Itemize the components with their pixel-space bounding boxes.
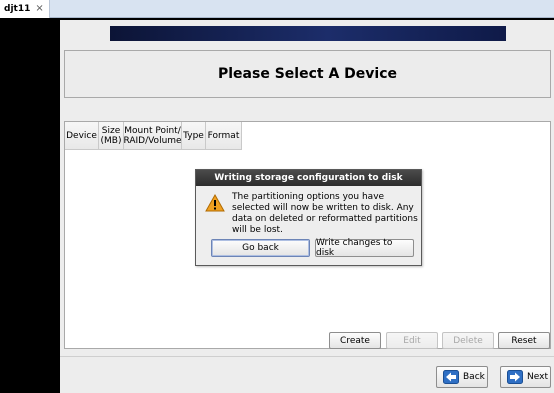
reset-button[interactable]: Reset [498, 332, 550, 349]
table-header: Device Size (MB) Mount Point/ RAID/Volum… [65, 122, 242, 150]
divider [60, 356, 554, 357]
vm-tab[interactable]: djt11 × [0, 0, 50, 18]
delete-button[interactable]: Delete [442, 332, 494, 349]
column-header-format[interactable]: Format [206, 122, 242, 150]
column-header-type[interactable]: Type [182, 122, 206, 150]
dialog-body: The partitioning options you have select… [196, 186, 421, 267]
back-button-label: Back [463, 372, 485, 382]
arrow-left-icon [443, 370, 459, 384]
edit-button[interactable]: Edit [386, 332, 438, 349]
write-confirmation-dialog: Writing storage configuration to disk Th… [195, 169, 422, 266]
back-button[interactable]: Back [436, 366, 488, 388]
go-back-button[interactable]: Go back [211, 239, 310, 257]
warning-icon [205, 194, 225, 212]
write-changes-button[interactable]: Write changes to disk [315, 238, 414, 258]
create-button[interactable]: Create [329, 332, 381, 349]
vm-tab-label: djt11 [4, 4, 31, 14]
arrow-right-icon [507, 370, 523, 384]
column-header-mount-point[interactable]: Mount Point/ RAID/Volume [123, 122, 182, 150]
dialog-title: Writing storage configuration to disk [196, 170, 421, 186]
close-icon[interactable]: × [35, 4, 43, 14]
vm-tab-bar: djt11 × [0, 0, 554, 18]
title-panel: Please Select A Device [64, 50, 551, 98]
column-header-device[interactable]: Device [65, 122, 99, 150]
next-button[interactable]: Next [500, 366, 551, 388]
next-button-label: Next [527, 372, 548, 382]
column-header-size[interactable]: Size (MB) [99, 122, 124, 150]
page-title: Please Select A Device [218, 66, 397, 82]
installer-banner [110, 26, 506, 41]
dialog-message: The partitioning options you have select… [232, 192, 418, 235]
